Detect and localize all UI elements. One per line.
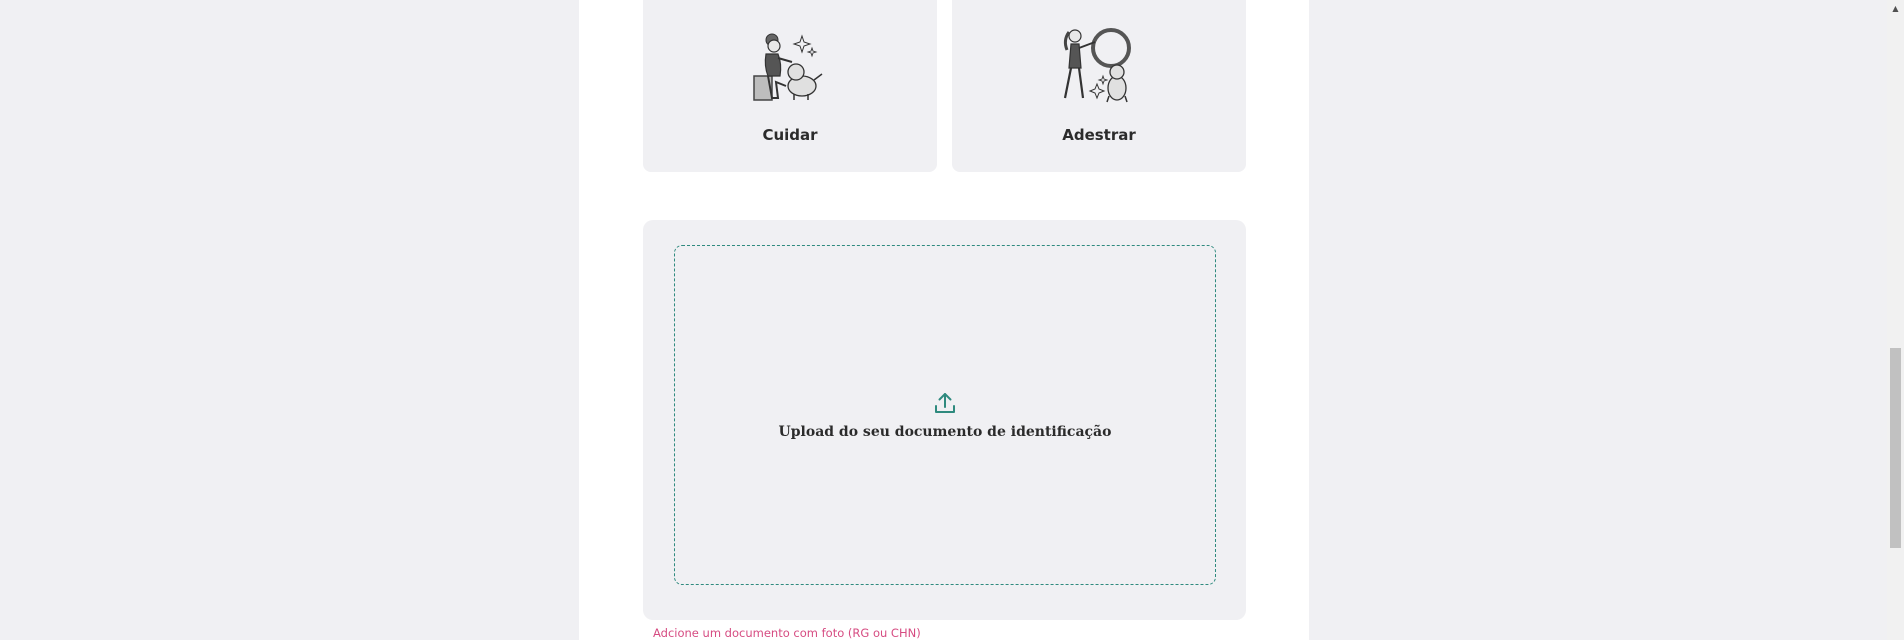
scrollbar[interactable]: ▲ xyxy=(1887,0,1904,640)
upload-label: Upload do seu documento de identificação xyxy=(778,424,1112,440)
upload-icon xyxy=(935,393,955,413)
scroll-up-arrow-icon[interactable]: ▲ xyxy=(1887,0,1904,17)
service-label-cuidar: Cuidar xyxy=(762,126,818,144)
upload-dropzone[interactable]: Upload do seu documento de identificação xyxy=(674,245,1216,585)
scrollbar-thumb[interactable] xyxy=(1890,348,1901,548)
service-label-adestrar: Adestrar xyxy=(1062,126,1136,144)
service-card-cuidar[interactable]: Cuidar xyxy=(643,0,937,172)
upload-panel: Upload do seu documento de identificação xyxy=(643,220,1246,620)
person-training-dog-with-hoop-illustration xyxy=(1063,28,1131,103)
page-column: Cuidar Adestrar Upload do seu documento … xyxy=(579,0,1309,640)
service-card-adestrar[interactable]: Adestrar xyxy=(952,0,1246,172)
upload-helper-text: Adcione um documento com foto (RG ou CHN… xyxy=(653,626,921,640)
person-petting-dog-illustration xyxy=(753,33,823,101)
